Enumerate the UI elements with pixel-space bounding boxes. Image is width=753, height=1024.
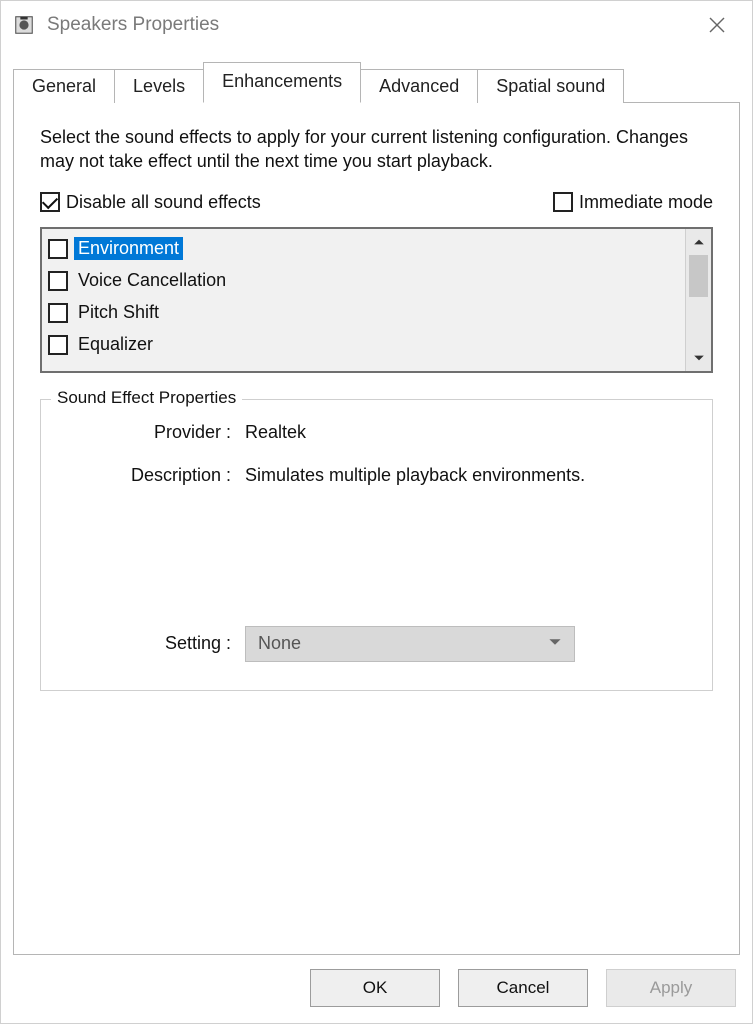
scroll-track[interactable] [686, 255, 711, 345]
effect-checkbox[interactable] [48, 335, 68, 355]
setting-select[interactable]: None [245, 626, 575, 662]
groupbox-legend: Sound Effect Properties [51, 388, 242, 408]
disable-all-label[interactable]: Disable all sound effects [66, 192, 261, 213]
tab-general[interactable]: General [13, 69, 115, 103]
sound-effect-properties-group: Sound Effect Properties Provider : Realt… [40, 399, 713, 691]
list-item[interactable]: Voice Cancellation [48, 265, 679, 297]
list-item[interactable]: Equalizer [48, 329, 679, 361]
list-item[interactable]: Environment [48, 233, 679, 265]
effect-label: Pitch Shift [74, 301, 163, 324]
close-icon [709, 17, 725, 33]
effect-label: Equalizer [74, 333, 157, 356]
scroll-up-button[interactable] [686, 229, 712, 255]
tab-spatial-sound[interactable]: Spatial sound [477, 69, 624, 103]
client-area: General Levels Enhancements Advanced Spa… [1, 49, 752, 955]
effect-label: Voice Cancellation [74, 269, 230, 292]
tab-levels[interactable]: Levels [114, 69, 204, 103]
provider-row: Provider : Realtek [65, 422, 688, 443]
list-item[interactable]: Pitch Shift [48, 297, 679, 329]
effect-checkbox[interactable] [48, 303, 68, 323]
effect-checkbox[interactable] [48, 239, 68, 259]
effects-listbox[interactable]: Environment Voice Cancellation Pitch Shi… [40, 227, 713, 373]
chevron-up-icon [693, 236, 705, 248]
tabstrip: General Levels Enhancements Advanced Spa… [13, 61, 740, 102]
speaker-icon [13, 14, 35, 36]
effect-label: Environment [74, 237, 183, 260]
scroll-thumb[interactable] [689, 255, 708, 297]
scroll-down-button[interactable] [686, 345, 712, 371]
properties-window: Speakers Properties General Levels Enhan… [0, 0, 753, 1024]
description-label: Description : [65, 465, 245, 486]
setting-row: Setting : None [65, 626, 688, 662]
setting-value: None [258, 633, 301, 654]
setting-label: Setting : [65, 633, 245, 654]
provider-label: Provider : [65, 422, 245, 443]
chevron-down-icon [548, 633, 562, 654]
disable-all-checkbox[interactable] [40, 192, 60, 212]
description-row: Description : Simulates multiple playbac… [65, 465, 688, 486]
tab-advanced[interactable]: Advanced [360, 69, 478, 103]
cancel-button[interactable]: Cancel [458, 969, 588, 1007]
dialog-buttons: OK Cancel Apply [1, 955, 752, 1023]
instructions-text: Select the sound effects to apply for yo… [40, 125, 713, 174]
immediate-mode-checkbox[interactable] [553, 192, 573, 212]
listbox-scrollbar[interactable] [685, 229, 711, 371]
tab-panel-enhancements: Select the sound effects to apply for yo… [13, 102, 740, 955]
ok-button[interactable]: OK [310, 969, 440, 1007]
provider-value: Realtek [245, 422, 688, 443]
effects-items: Environment Voice Cancellation Pitch Shi… [42, 229, 685, 371]
chevron-down-icon [693, 352, 705, 364]
effect-checkbox[interactable] [48, 271, 68, 291]
tab-enhancements[interactable]: Enhancements [203, 62, 361, 103]
top-checkbox-row: Disable all sound effects Immediate mode [40, 192, 713, 213]
close-button[interactable] [694, 9, 740, 41]
description-value: Simulates multiple playback environments… [245, 465, 688, 486]
window-title: Speakers Properties [47, 14, 219, 36]
titlebar: Speakers Properties [1, 1, 752, 49]
immediate-mode-label[interactable]: Immediate mode [579, 192, 713, 213]
apply-button[interactable]: Apply [606, 969, 736, 1007]
